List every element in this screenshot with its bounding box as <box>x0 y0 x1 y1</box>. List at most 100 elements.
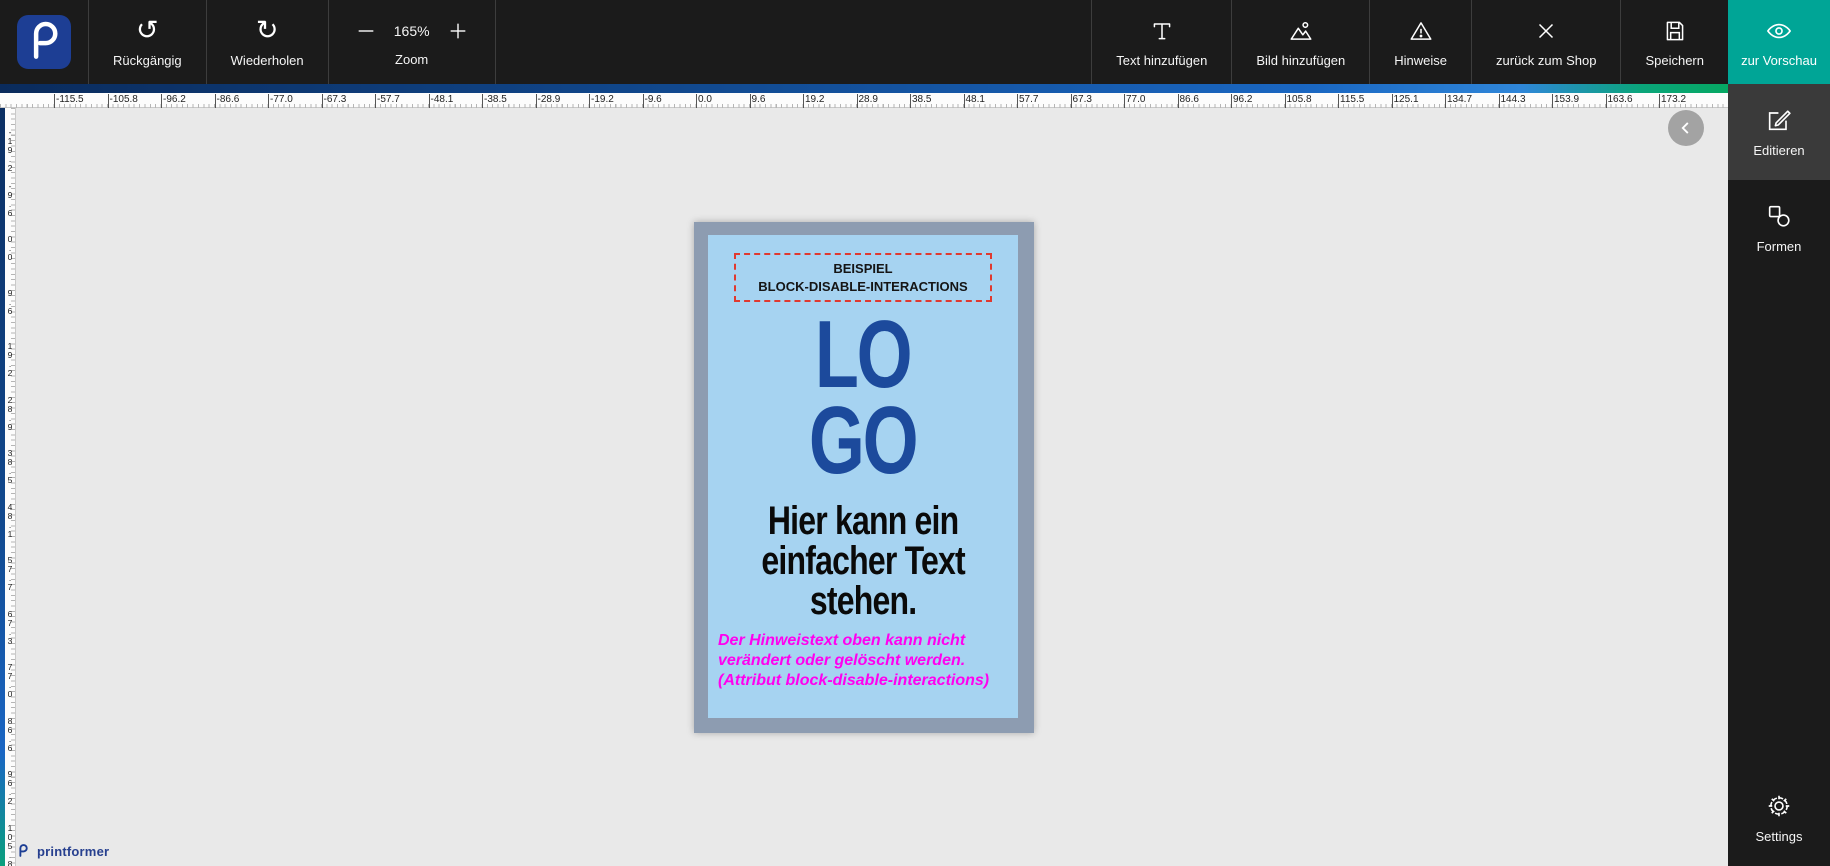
shapes-icon <box>1768 205 1790 227</box>
headline-line3: stehen. <box>809 578 917 623</box>
zoom-controls: 165% Zoom <box>329 0 495 84</box>
eye-icon <box>1766 23 1792 38</box>
warning-icon <box>1410 21 1432 40</box>
h-ruler-label: -105.8 <box>107 94 138 108</box>
h-ruler-label: 38.5 <box>909 94 932 108</box>
v-ruler-label: 48.1 <box>5 501 15 538</box>
logo-line2: GO <box>809 387 919 495</box>
h-ruler-label: 173.2 <box>1658 94 1687 108</box>
h-ruler-label: 134.7 <box>1444 94 1473 108</box>
horizontal-ruler: -115.5 -105.8 -96.2 -86.6 -77.0 -67.3 -57.7 -48… <box>0 84 1728 108</box>
h-ruler-label: -9.6 <box>642 94 662 108</box>
edit-icon <box>1768 110 1791 131</box>
h-ruler-label: 19.2 <box>802 94 825 108</box>
sidebar-collapse-button[interactable] <box>1668 110 1704 146</box>
gear-icon <box>1768 795 1790 817</box>
h-ruler-label: -38.5 <box>482 94 507 108</box>
zoom-in-button[interactable] <box>447 20 469 42</box>
vertical-ruler: -19.2 -9.6 0.0 9.6 19.2 28.9 38.5 48.1 57.7 67.3 7… <box>0 108 16 866</box>
v-ruler-label: 9.6 <box>5 287 15 315</box>
back-to-shop-button[interactable]: zurück zum Shop <box>1472 0 1620 84</box>
h-ruler-label: -28.9 <box>535 94 561 108</box>
h-ruler-label: -48.1 <box>428 94 454 108</box>
h-ruler-label: 105.8 <box>1284 94 1312 108</box>
image-icon <box>1290 21 1312 40</box>
artboard-page[interactable]: BEISPIEL BLOCK-DISABLE-INTERACTIONS LO G… <box>708 235 1018 718</box>
locked-placeholder-box: BEISPIEL BLOCK-DISABLE-INTERACTIONS <box>734 253 992 303</box>
sidebar-item-label: Settings <box>1755 829 1803 844</box>
logo-text-element[interactable]: LO GO <box>809 301 919 495</box>
v-ruler-label: 77.0 <box>5 662 15 698</box>
printformer-mark-icon <box>19 844 28 857</box>
v-ruler-label: 0.0 <box>5 234 15 261</box>
h-ruler-label: 77.0 <box>1123 94 1146 108</box>
h-ruler-label: 115.5 <box>1337 94 1365 108</box>
back-to-shop-label: zurück zum Shop <box>1496 52 1597 68</box>
h-ruler-label: 28.9 <box>856 94 878 108</box>
add-image-button[interactable]: Bild hinzufügen <box>1232 0 1369 84</box>
v-ruler-label: 57.7 <box>5 555 15 591</box>
printformer-logo-icon <box>17 15 71 69</box>
h-ruler-label: 96.2 <box>1230 94 1253 108</box>
h-ruler-label: 163.6 <box>1605 94 1633 108</box>
headline-text-element[interactable]: Hier kann ein einfacher Text stehen. <box>761 498 965 623</box>
h-ruler-label: -77.0 <box>268 94 293 108</box>
preview-button[interactable]: zur Vorschau <box>1728 0 1830 84</box>
headline-line1: Hier kann ein <box>767 498 959 543</box>
sidebar-item-label: Formen <box>1756 239 1802 254</box>
redo-icon: ↻ <box>255 14 279 46</box>
ruler-gradient-bar <box>0 84 1728 93</box>
hints-button[interactable]: Hinweise <box>1370 0 1471 84</box>
redo-button[interactable]: ↻ Wiederholen <box>207 0 328 84</box>
placeholder-line2: BLOCK-DISABLE-INTERACTIONS <box>758 278 968 294</box>
save-label: Speichern <box>1645 52 1704 68</box>
h-ruler-label: 144.3 <box>1498 94 1526 108</box>
h-ruler-label: 57.7 <box>1016 94 1039 108</box>
undo-label: Rückgängig <box>113 52 182 68</box>
h-ruler-label: 9.6 <box>749 94 766 108</box>
h-ruler-label: -57.7 <box>375 94 400 108</box>
v-ruler-label: 96.2 <box>5 769 15 805</box>
sidebar-item-settings[interactable]: Settings <box>1728 770 1830 866</box>
chevron-left-icon <box>1681 122 1689 134</box>
h-ruler-label: 86.6 <box>1177 94 1199 108</box>
v-ruler-label: 28.9 <box>5 394 15 431</box>
sidebar-item-label: Editieren <box>1753 143 1805 158</box>
save-button[interactable]: Speichern <box>1621 0 1728 84</box>
text-icon <box>1153 22 1171 39</box>
h-ruler-label: -67.3 <box>321 94 347 108</box>
zoom-value: 165% <box>393 23 430 39</box>
logo-line1: LO <box>815 301 913 409</box>
placeholder-line1: BEISPIEL <box>833 261 893 276</box>
h-ruler-label: 125.1 <box>1391 94 1419 108</box>
zoom-out-button[interactable] <box>355 20 377 42</box>
note-text-element[interactable]: Der Hinweistext oben kann nicht veränder… <box>718 631 989 691</box>
artboard[interactable]: BEISPIEL BLOCK-DISABLE-INTERACTIONS LO G… <box>694 222 1034 733</box>
v-ruler-label: 67.3 <box>5 608 15 645</box>
top-toolbar: ↺ Rückgängig ↻ Wiederholen 165% Zoom Tex… <box>0 0 1830 84</box>
footer-brand: printformer <box>14 842 109 860</box>
close-icon <box>1539 23 1554 38</box>
h-ruler-label: -96.2 <box>161 94 186 108</box>
note-line3: (Attribut block-disable-interactions) <box>718 671 990 689</box>
app-root: ↺ Rückgängig ↻ Wiederholen 165% Zoom Tex… <box>0 0 1830 866</box>
undo-icon: ↺ <box>136 14 159 46</box>
v-ruler-label: 19.2 <box>5 341 15 377</box>
preview-label: zur Vorschau <box>1741 52 1817 68</box>
h-ruler-label: 67.3 <box>1070 94 1092 108</box>
vertical-ruler-labels: -19.2 -9.6 0.0 9.6 19.2 28.9 38.5 48.1 57.7 67.3 7… <box>5 108 15 866</box>
design-canvas[interactable]: BEISPIEL BLOCK-DISABLE-INTERACTIONS LO G… <box>16 108 1728 866</box>
sidebar-item-editieren[interactable]: Editieren <box>1728 84 1830 180</box>
redo-label: Wiederholen <box>230 52 304 68</box>
save-icon <box>1666 21 1684 40</box>
headline-line2: einfacher Text <box>761 538 965 583</box>
add-image-label: Bild hinzufügen <box>1256 52 1346 68</box>
h-ruler-label: -19.2 <box>589 94 614 108</box>
add-text-button[interactable]: Text hinzufügen <box>1092 0 1231 84</box>
h-ruler-label: 153.9 <box>1551 94 1580 108</box>
h-ruler-label: -115.5 <box>54 94 84 108</box>
sidebar-item-formen[interactable]: Formen <box>1728 180 1830 276</box>
h-ruler-label: -86.6 <box>214 94 240 108</box>
printformer-logo <box>0 0 88 84</box>
undo-button[interactable]: ↺ Rückgängig <box>89 0 206 84</box>
